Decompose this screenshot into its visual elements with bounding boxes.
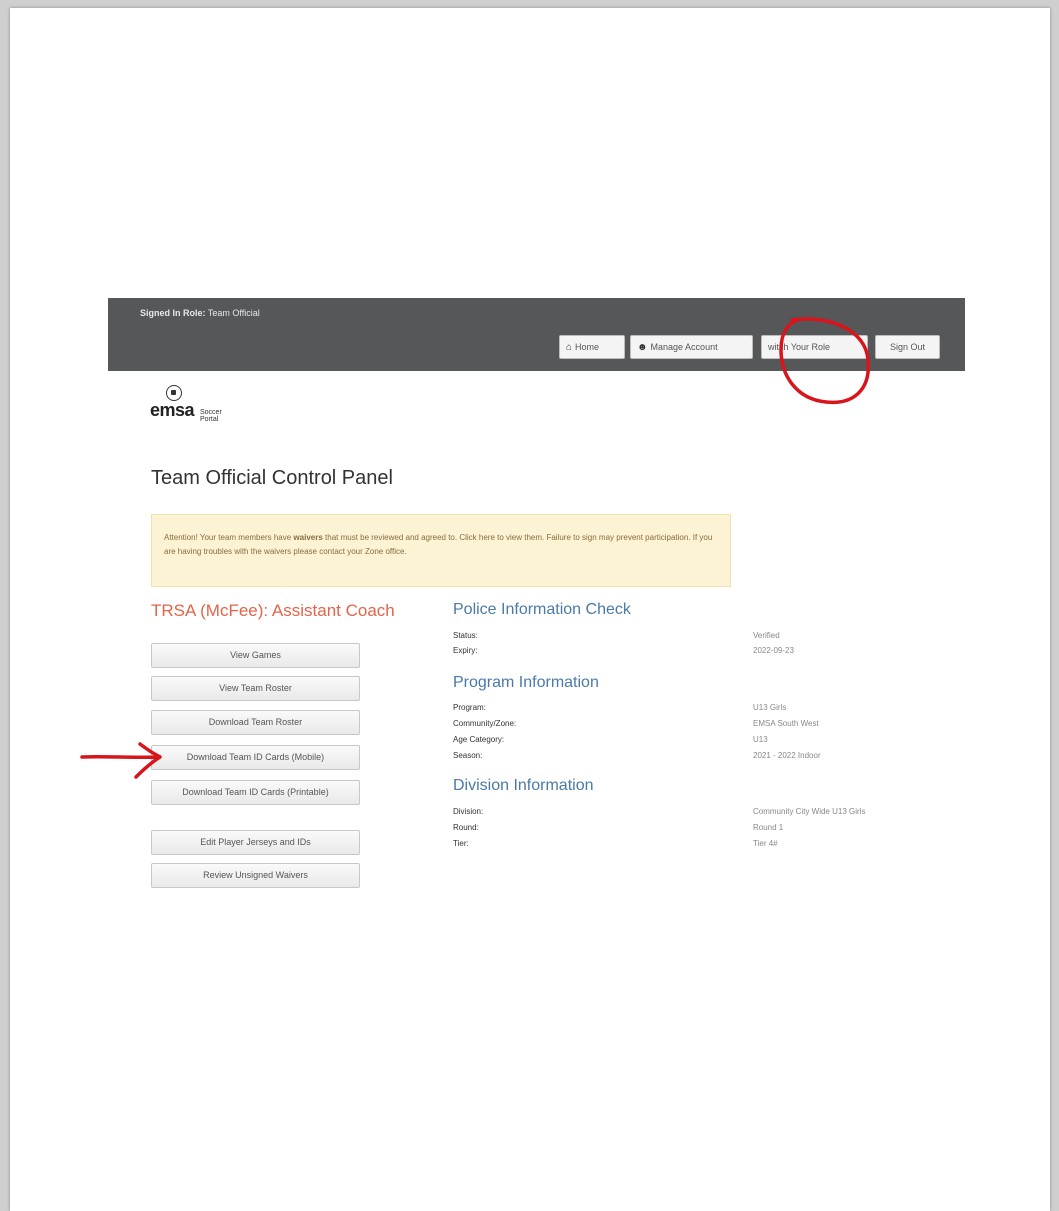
season-label: Season: <box>453 751 483 760</box>
manage-account-button[interactable]: ☻ Manage Account <box>630 335 753 359</box>
emsa-soccer-portal-logo[interactable]: emsa Soccer Portal <box>150 385 250 435</box>
manage-account-label: Manage Account <box>650 342 718 352</box>
switch-role-button[interactable]: witch Your Role <box>761 335 868 359</box>
season-value: 2021 - 2022 Indoor <box>753 751 821 760</box>
alert-bold-word: waivers <box>293 533 323 542</box>
top-navigation-bar: Signed In Role: Team Official ⌂ Home ☻ Man… <box>108 298 965 371</box>
signed-in-label: Signed In Role: <box>140 308 206 318</box>
community-zone-value: EMSA South West <box>753 719 819 728</box>
community-zone-label: Community/Zone: <box>453 719 517 728</box>
user-icon: ☻ <box>637 342 648 353</box>
police-expiry-value: 2022-09-23 <box>753 646 794 655</box>
round-label: Round: <box>453 823 479 832</box>
view-games-button[interactable]: View Games <box>151 643 360 668</box>
program-info-heading: Program Information <box>453 674 599 691</box>
logo-subtitle: Soccer Portal <box>200 409 222 423</box>
edit-player-jerseys-button[interactable]: Edit Player Jerseys and IDs <box>151 830 360 855</box>
round-value: Round 1 <box>753 823 784 832</box>
police-status-label: Status: <box>453 631 478 640</box>
home-button[interactable]: ⌂ Home <box>559 335 625 359</box>
division-label: Division: <box>453 807 484 816</box>
age-category-label: Age Category: <box>453 735 505 744</box>
logo-wordmark: emsa <box>150 400 195 420</box>
home-icon: ⌂ <box>566 342 573 353</box>
police-expiry-label: Expiry: <box>453 646 478 655</box>
sign-out-button[interactable]: Sign Out <box>875 335 940 359</box>
police-check-heading: Police Information Check <box>453 601 631 618</box>
age-category-value: U13 <box>753 735 768 744</box>
download-id-cards-printable-button[interactable]: Download Team ID Cards (Printable) <box>151 780 360 805</box>
tier-label: Tier: <box>453 839 469 848</box>
waiver-alert: Attention! Your team members have waiver… <box>151 514 731 587</box>
home-button-label: Home <box>575 342 600 352</box>
download-id-cards-mobile-button[interactable]: Download Team ID Cards (Mobile) <box>151 745 360 770</box>
review-unsigned-waivers-button[interactable]: Review Unsigned Waivers <box>151 863 360 888</box>
switch-role-label: witch Your Role <box>768 342 831 352</box>
logo-subtitle-line2: Portal <box>200 416 219 423</box>
signed-in-role: Signed In Role: Team Official <box>140 308 260 318</box>
sign-out-label: Sign Out <box>889 342 926 352</box>
view-team-roster-button[interactable]: View Team Roster <box>151 676 360 701</box>
program-label: Program: <box>453 703 486 712</box>
page-title: Team Official Control Panel <box>151 467 393 489</box>
download-team-roster-button[interactable]: Download Team Roster <box>151 710 360 735</box>
team-role-title: TRSA (McFee): Assistant Coach <box>151 601 395 620</box>
logo-subtitle-line1: Soccer <box>200 409 222 416</box>
alert-text-start: Attention! Your team members have <box>164 533 292 542</box>
program-value: U13 Girls <box>753 703 787 712</box>
signed-in-role-value: Team Official <box>207 308 260 318</box>
tier-value: Tier 4# <box>753 839 778 848</box>
division-value: Community City Wide U13 Girls <box>753 807 866 816</box>
police-status-value: Verified <box>753 631 780 640</box>
division-info-heading: Division Information <box>453 777 594 794</box>
soccer-ball-icon <box>166 385 182 401</box>
